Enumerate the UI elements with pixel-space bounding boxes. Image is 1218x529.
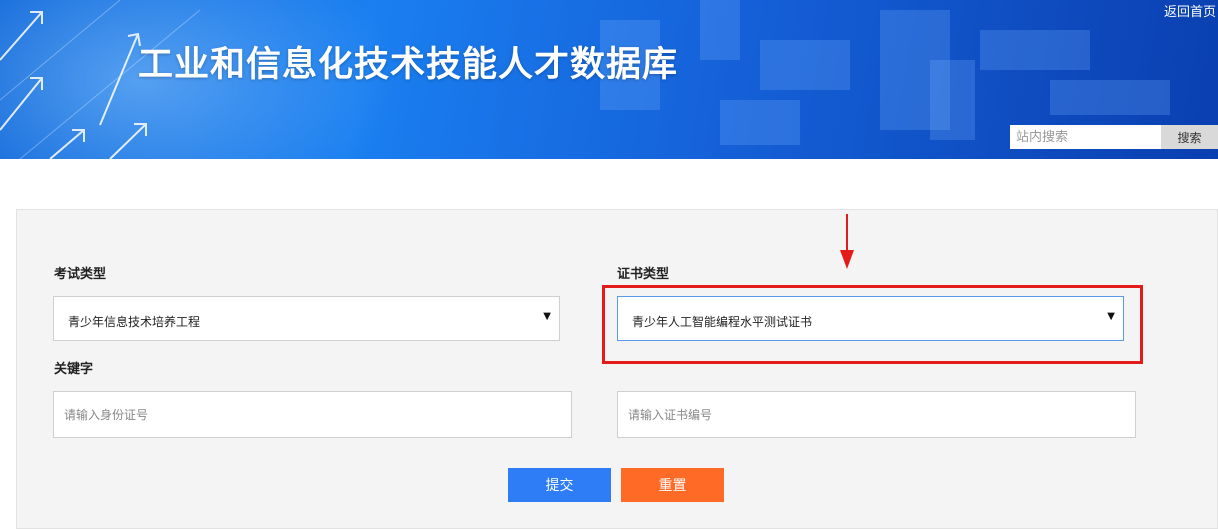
cert-type-select[interactable]: 青少年人工智能编程水平测试证书 ▼ — [617, 296, 1124, 341]
exam-type-select[interactable]: 青少年信息技术培养工程 ▼ — [53, 296, 560, 341]
dropdown-caret-icon: ▼ — [543, 311, 551, 322]
cert-number-input[interactable] — [617, 391, 1136, 438]
cert-type-value: 青少年人工智能编程水平测试证书 — [632, 315, 813, 329]
submit-button[interactable]: 提交 — [508, 468, 611, 502]
header-banner: 工业和信息化技术技能人才数据库 返回首页 搜索 — [0, 0, 1218, 159]
exam-type-label: 考试类型 — [54, 267, 107, 282]
cert-type-label: 证书类型 — [617, 267, 670, 282]
home-link[interactable]: 返回首页 — [1164, 1, 1216, 20]
reset-button[interactable]: 重置 — [621, 468, 724, 502]
id-number-input[interactable] — [53, 391, 572, 438]
site-search-input[interactable] — [1010, 125, 1161, 149]
keyword-label: 关键字 — [54, 362, 94, 377]
exam-type-value: 青少年信息技术培养工程 — [68, 315, 201, 329]
query-form-panel — [16, 209, 1218, 529]
search-button[interactable]: 搜索 — [1161, 125, 1218, 149]
dropdown-caret-icon: ▼ — [1107, 311, 1115, 322]
page-title: 工业和信息化技术技能人才数据库 — [138, 45, 679, 85]
down-arrow-icon — [840, 214, 854, 269]
